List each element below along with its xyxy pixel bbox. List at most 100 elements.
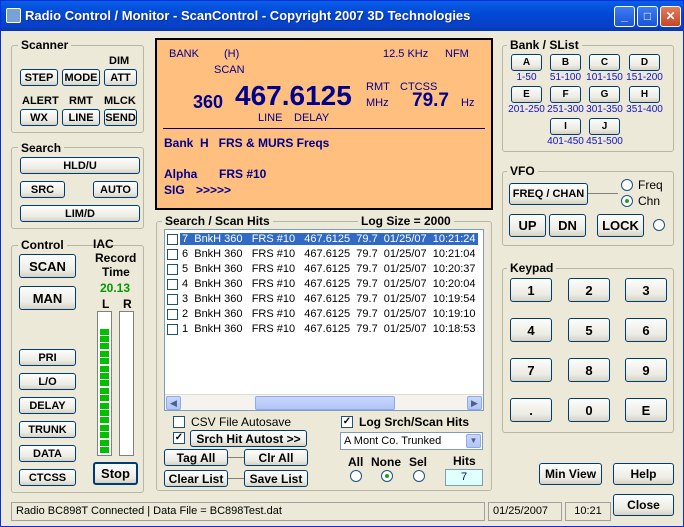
- help-button[interactable]: Help: [613, 463, 674, 485]
- hit-row-checkbox[interactable]: [167, 279, 178, 290]
- hit-row-checkbox[interactable]: [167, 294, 178, 305]
- hit-row[interactable]: 3 BnkH 360 FRS #10 467.6125 79.7 01/25/0…: [165, 292, 483, 307]
- level-segment: [100, 395, 109, 402]
- hit-row-checkbox[interactable]: [167, 234, 178, 245]
- bank-button-e[interactable]: E: [511, 86, 542, 103]
- bank-button-h[interactable]: H: [629, 86, 660, 103]
- srch-autost-checkbox[interactable]: ✓: [173, 432, 185, 444]
- left-channel-label: L: [102, 297, 110, 311]
- title-bar[interactable]: Radio Control / Monitor - ScanControl - …: [1, 1, 683, 31]
- data-button[interactable]: DATA: [19, 445, 76, 462]
- min-view-button[interactable]: Min View: [539, 463, 602, 485]
- hit-row[interactable]: 7 BnkH 360 FRS #10 467.6125 79.7 01/25/0…: [165, 232, 483, 247]
- display-line: LINE: [258, 112, 283, 124]
- close-button[interactable]: Close: [613, 494, 674, 516]
- freq-chan-button[interactable]: FREQ / CHAN: [509, 183, 588, 205]
- lock-button[interactable]: LOCK: [597, 214, 644, 237]
- bank-button-i[interactable]: I: [550, 118, 581, 135]
- hit-row[interactable]: 5 BnkH 360 FRS #10 467.6125 79.7 01/25/0…: [165, 262, 483, 277]
- hit-row[interactable]: 4 BnkH 360 FRS #10 467.6125 79.7 01/25/0…: [165, 277, 483, 292]
- chevron-down-icon[interactable]: ▼: [466, 434, 481, 448]
- keypad-key-9[interactable]: 9: [625, 358, 667, 382]
- level-segment: [100, 380, 109, 387]
- chn-radio[interactable]: [621, 195, 633, 207]
- level-segment: [100, 402, 109, 409]
- scan-button[interactable]: SCAN: [19, 254, 76, 278]
- stop-button[interactable]: Stop: [93, 462, 138, 485]
- none-radio[interactable]: [381, 470, 393, 482]
- bank-button-f[interactable]: F: [550, 86, 581, 103]
- line-button[interactable]: LINE: [62, 109, 100, 126]
- log-hits-checkbox[interactable]: ✓: [341, 416, 353, 428]
- chn-radio-label: Chn: [638, 194, 661, 208]
- delay-button[interactable]: DELAY: [19, 397, 76, 414]
- dn-button[interactable]: DN: [549, 214, 586, 237]
- keypad-key-4[interactable]: 4: [510, 318, 552, 342]
- keypad-key-1[interactable]: 1: [510, 278, 552, 302]
- hit-row-checkbox[interactable]: [167, 324, 178, 335]
- bank-range-a: 1-50: [516, 72, 537, 83]
- bank-button-a[interactable]: A: [511, 54, 542, 71]
- keypad-key-5[interactable]: 5: [568, 318, 610, 342]
- save-list-button[interactable]: Save List: [244, 470, 308, 487]
- close-window-button[interactable]: ✕: [660, 6, 681, 27]
- hld-u-button[interactable]: HLD/U: [20, 157, 140, 174]
- scroll-left-icon[interactable]: ◀: [166, 396, 181, 410]
- sel-label: Sel: [409, 455, 428, 469]
- step-button[interactable]: STEP: [20, 69, 58, 86]
- lo-button[interactable]: L/O: [19, 373, 76, 390]
- up-button[interactable]: UP: [509, 214, 546, 237]
- keypad-key-6[interactable]: 6: [625, 318, 667, 342]
- freq-radio[interactable]: [621, 179, 633, 191]
- keypad-key-e[interactable]: E: [625, 398, 667, 422]
- bank-button-j[interactable]: J: [589, 118, 620, 135]
- bank-button-d[interactable]: D: [629, 54, 660, 71]
- bank-button-c[interactable]: C: [589, 54, 620, 71]
- keypad-key-7[interactable]: 7: [510, 358, 552, 382]
- keypad-key-8[interactable]: 8: [568, 358, 610, 382]
- maximize-button[interactable]: □: [637, 6, 658, 27]
- auto-button[interactable]: AUTO: [93, 181, 138, 198]
- csv-autosave-checkbox[interactable]: [173, 416, 185, 428]
- lim-d-button[interactable]: LIM/D: [20, 205, 140, 222]
- keypad-key-dot[interactable]: .: [510, 398, 552, 422]
- trunk-button[interactable]: TRUNK: [19, 421, 76, 438]
- keypad-key-2[interactable]: 2: [568, 278, 610, 302]
- display-scan: SCAN: [214, 64, 245, 76]
- keypad-key-3[interactable]: 3: [625, 278, 667, 302]
- hit-row[interactable]: 6 BnkH 360 FRS #10 467.6125 79.7 01/25/0…: [165, 247, 483, 262]
- clr-all-button[interactable]: Clr All: [244, 449, 308, 466]
- src-button[interactable]: SRC: [20, 181, 65, 198]
- bank-cell-j: J 451-500: [583, 118, 626, 147]
- level-segment: [100, 387, 109, 394]
- tag-all-button[interactable]: Tag All: [164, 449, 228, 466]
- hit-row[interactable]: 1 BnkH 360 FRS #10 467.6125 79.7 01/25/0…: [165, 322, 483, 337]
- sel-radio[interactable]: [413, 470, 425, 482]
- pri-button[interactable]: PRI: [19, 349, 76, 366]
- all-radio[interactable]: [350, 470, 362, 482]
- ctcss-button[interactable]: CTCSS: [19, 469, 76, 486]
- keypad-key-0[interactable]: 0: [568, 398, 610, 422]
- hit-row-checkbox[interactable]: [167, 249, 178, 260]
- trunk-select[interactable]: A Mont Co. Trunked ▼: [340, 432, 483, 450]
- send-button[interactable]: SEND: [104, 109, 137, 126]
- hits-horizontal-scrollbar[interactable]: ◀ ▶: [165, 394, 483, 410]
- man-button[interactable]: MAN: [19, 286, 76, 310]
- minimize-button[interactable]: _: [614, 6, 635, 27]
- clear-list-button[interactable]: Clear List: [164, 470, 228, 487]
- scroll-right-icon[interactable]: ▶: [467, 396, 482, 410]
- mode-button[interactable]: MODE: [62, 69, 100, 86]
- hits-list[interactable]: 7 BnkH 360 FRS #10 467.6125 79.7 01/25/0…: [164, 229, 484, 411]
- srch-autost-button[interactable]: Srch Hit Autost >>: [190, 430, 307, 447]
- bank-button-g[interactable]: G: [589, 86, 620, 103]
- hit-row-checkbox[interactable]: [167, 309, 178, 320]
- wx-button[interactable]: WX: [20, 109, 58, 126]
- bank-button-b[interactable]: B: [550, 54, 581, 71]
- keypad-label: Keypad: [507, 261, 557, 275]
- hit-row-checkbox[interactable]: [167, 264, 178, 275]
- scroll-thumb[interactable]: [255, 396, 395, 410]
- att-button[interactable]: ATT: [104, 69, 137, 86]
- hit-row[interactable]: 2 BnkH 360 FRS #10 467.6125 79.7 01/25/0…: [165, 307, 483, 322]
- all-label: All: [348, 455, 364, 469]
- bank-cell-b: B 51-100: [544, 54, 587, 83]
